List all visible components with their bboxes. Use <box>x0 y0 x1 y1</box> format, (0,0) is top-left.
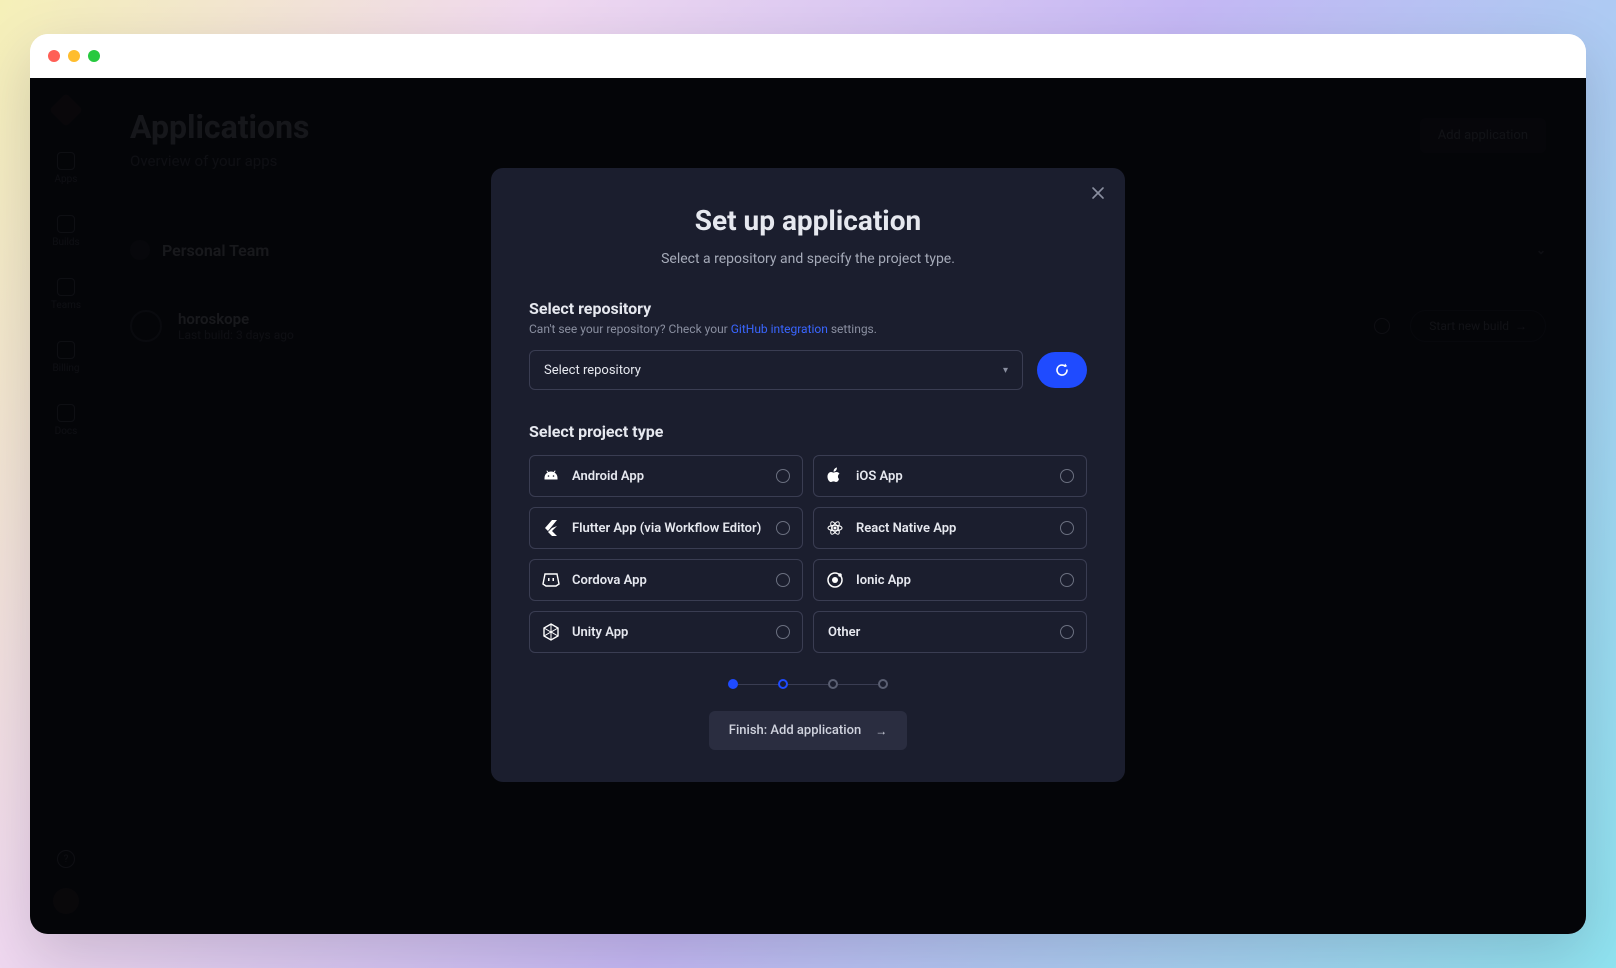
select-project-type-section: Select project type Android App iOS App <box>529 422 1087 653</box>
react-icon <box>826 519 844 537</box>
option-flutter[interactable]: Flutter App (via Workflow Editor) <box>529 507 803 549</box>
option-label: Flutter App (via Workflow Editor) <box>572 521 761 536</box>
option-cordova[interactable]: Cordova App <box>529 559 803 601</box>
option-label: Android App <box>572 469 644 484</box>
refresh-button[interactable] <box>1037 352 1087 388</box>
close-button[interactable] <box>1087 182 1109 204</box>
setup-application-modal: Set up application Select a repository a… <box>491 168 1125 782</box>
finish-label: Finish: Add application <box>729 723 861 738</box>
radio-icon <box>1060 625 1074 639</box>
browser-window: Apps Builds Teams Billing Docs ? Applica… <box>30 34 1586 934</box>
step-line <box>788 684 828 685</box>
section-heading: Select repository <box>529 299 1087 318</box>
radio-icon <box>1060 521 1074 535</box>
option-ionic[interactable]: Ionic App <box>813 559 1087 601</box>
android-icon <box>542 467 560 485</box>
refresh-icon <box>1054 362 1070 378</box>
option-react-native[interactable]: React Native App <box>813 507 1087 549</box>
option-label: iOS App <box>856 469 903 484</box>
option-label: Ionic App <box>856 573 911 588</box>
close-icon <box>1091 186 1105 200</box>
section-heading: Select project type <box>529 422 1087 441</box>
window-minimize-icon[interactable] <box>68 50 80 62</box>
option-unity[interactable]: Unity App <box>529 611 803 653</box>
option-android[interactable]: Android App <box>529 455 803 497</box>
github-integration-link[interactable]: GitHub integration <box>731 322 828 336</box>
ionic-icon <box>826 571 844 589</box>
select-repository-section: Select repository Can't see your reposit… <box>529 299 1087 390</box>
unity-icon <box>542 623 560 641</box>
modal-title: Set up application <box>529 204 1087 237</box>
modal-subtitle: Select a repository and specify the proj… <box>529 251 1087 267</box>
window-titlebar <box>30 34 1586 78</box>
repository-select[interactable]: Select repository ▾ <box>529 350 1023 390</box>
apple-icon <box>826 467 844 485</box>
select-placeholder: Select repository <box>544 363 641 378</box>
step-1[interactable] <box>728 679 738 689</box>
step-4[interactable] <box>878 679 888 689</box>
option-other[interactable]: Other <box>813 611 1087 653</box>
radio-icon <box>776 625 790 639</box>
option-ios[interactable]: iOS App <box>813 455 1087 497</box>
modal-overlay: Set up application Select a repository a… <box>30 78 1586 934</box>
step-line <box>738 684 778 685</box>
step-3[interactable] <box>828 679 838 689</box>
option-label: React Native App <box>856 521 956 536</box>
radio-icon <box>1060 573 1074 587</box>
option-label: Other <box>828 625 860 640</box>
cordova-icon <box>542 571 560 589</box>
step-2[interactable] <box>778 679 788 689</box>
option-label: Cordova App <box>572 573 647 588</box>
app-viewport: Apps Builds Teams Billing Docs ? Applica… <box>30 78 1586 934</box>
option-label: Unity App <box>572 625 628 640</box>
window-zoom-icon[interactable] <box>88 50 100 62</box>
chevron-down-icon: ▾ <box>1003 365 1008 376</box>
stepper <box>529 679 1087 689</box>
finish-button[interactable]: Finish: Add application → <box>709 711 907 750</box>
repo-hint: Can't see your repository? Check your Gi… <box>529 322 1087 336</box>
radio-icon <box>1060 469 1074 483</box>
step-line <box>838 684 878 685</box>
arrow-right-icon: → <box>875 724 887 738</box>
radio-icon <box>776 573 790 587</box>
radio-icon <box>776 521 790 535</box>
flutter-icon <box>542 519 560 537</box>
radio-icon <box>776 469 790 483</box>
window-close-icon[interactable] <box>48 50 60 62</box>
